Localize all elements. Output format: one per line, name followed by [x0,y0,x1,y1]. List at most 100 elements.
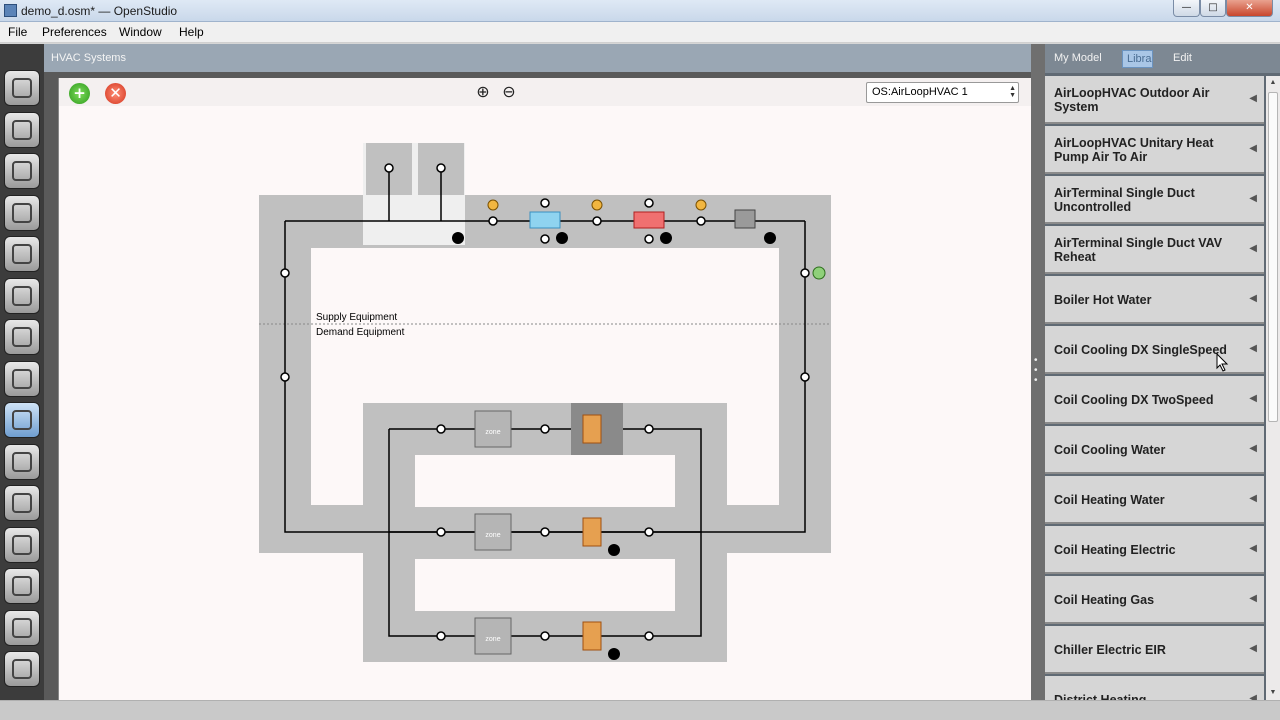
loop-select-value: OS:AirLoopHVAC 1 [872,86,968,98]
demand-gap-2 [415,559,675,611]
expand-arrow-icon[interactable]: ◀ [1249,393,1257,404]
thermal-zones-icon[interactable] [4,360,40,397]
library-item[interactable]: Coil Cooling Water ◀ [1045,426,1264,474]
maximize-button[interactable]: □ [1200,0,1226,17]
scroll-down-icon[interactable]: ▼ [1266,686,1280,700]
remove-loop-button[interactable]: ✕ [105,83,126,104]
add-loop-button[interactable]: + [69,83,90,104]
demand-equipment-label: Demand Equipment [316,327,405,338]
run-icon-glyph [12,617,32,638]
library-item[interactable]: AirLoopHVAC Outdoor Air System ◀ [1045,76,1264,124]
right-panel: My Model Library Edit AirLoopHVAC Outdoo… [1045,44,1280,700]
measures-icon[interactable] [4,485,40,521]
heating-coil-icon [633,211,665,229]
constructions-icon-glyph [12,161,32,181]
menu-preferences[interactable]: Preferences [42,25,107,39]
zoom-out-icon[interactable]: ⊖ [499,83,519,103]
library-item[interactable]: AirLoopHVAC Unitary Heat Pump Air To Air… [1045,126,1264,174]
expand-arrow-icon[interactable]: ◀ [1249,543,1257,554]
library-item[interactable]: District Heating ◀ [1045,676,1264,700]
app-icon [4,4,17,17]
expand-arrow-icon[interactable]: ◀ [1249,593,1257,604]
hvac-systems-icon[interactable] [4,402,40,438]
run-icon[interactable] [4,609,40,646]
library-item[interactable]: AirTerminal Single Duct Uncontrolled ◀ [1045,176,1264,224]
air-loop-diagram: Supply Equipment Demand Equipment zone z… [259,143,831,662]
expand-arrow-icon[interactable]: ◀ [1249,643,1257,654]
library-item-label: Chiller Electric EIR [1054,643,1166,657]
results-icon-glyph [12,659,32,679]
results-icon[interactable] [4,651,40,687]
expand-arrow-icon[interactable]: ◀ [1249,93,1257,104]
loads-icon[interactable] [4,194,40,231]
library-item-label: Coil Heating Electric [1054,543,1176,557]
tab-library[interactable]: Library [1122,50,1153,68]
facility-icon[interactable] [4,319,40,355]
spinner-icon[interactable]: ▲ ▼ [1009,85,1016,99]
minimize-button[interactable]: — [1173,0,1200,17]
library-item[interactable]: Coil Heating Gas ◀ [1045,576,1264,624]
library-item[interactable]: Coil Cooling DX SingleSpeed ◀ [1045,326,1264,374]
menu-help[interactable]: Help [179,25,204,39]
scroll-thumb[interactable] [1268,92,1278,422]
building-summary-icon[interactable] [4,443,40,480]
loop-bottom-right [727,505,831,553]
menu-bar: File Preferences Window Help [0,22,1280,43]
library-item-label: Coil Cooling DX SingleSpeed [1054,343,1227,357]
loop-setpoint-icon [812,266,826,280]
close-button[interactable]: ✕ [1226,0,1273,17]
scroll-up-icon[interactable]: ▲ [1266,76,1280,90]
expand-arrow-icon[interactable]: ◀ [1249,343,1257,354]
simulation-settings-icon[interactable] [4,526,40,563]
splitter-handle[interactable]: • • • [1034,356,1042,386]
view-header: HVAC Systems [44,44,1031,72]
zoom-in-icon[interactable]: ⊕ [473,83,493,103]
zone-label: zone [485,636,500,643]
main-nav-toolbar [0,44,44,700]
space-types-icon[interactable] [4,236,40,272]
expand-arrow-icon[interactable]: ◀ [1249,193,1257,204]
site-icon[interactable] [4,70,40,106]
loop-select[interactable]: OS:AirLoopHVAC 1 ▲ ▼ [866,82,1019,103]
expand-arrow-icon[interactable]: ◀ [1249,143,1257,154]
building-stories-icon-glyph [12,285,32,306]
cooling-coil-icon [529,211,561,229]
building-summary-icon-glyph [12,451,32,472]
expand-arrow-icon[interactable]: ◀ [1249,693,1257,700]
library-item[interactable]: Coil Cooling DX TwoSpeed ◀ [1045,376,1264,424]
library-item-label: Coil Cooling DX TwoSpeed [1054,393,1214,407]
site-icon-glyph [12,78,32,98]
tab-my-model[interactable]: My Model [1050,50,1106,68]
view-title: HVAC Systems [51,52,126,64]
library-item-label: District Heating [1054,693,1147,700]
expand-arrow-icon[interactable]: ◀ [1249,443,1257,454]
expand-arrow-icon[interactable]: ◀ [1249,493,1257,504]
library-scrollbar[interactable]: ▲ ▼ [1266,76,1280,700]
title-bar: demo_d.osm* — OpenStudio — □ ✕ [0,0,1280,22]
facility-icon-glyph [12,327,32,347]
library-item[interactable]: Coil Heating Electric ◀ [1045,526,1264,574]
zone-label: zone [485,532,500,539]
library-item[interactable]: Chiller Electric EIR ◀ [1045,626,1264,674]
right-panel-tabs: My Model Library Edit [1045,44,1280,73]
library-item-label: Coil Heating Water [1054,493,1165,507]
library-item-label: Coil Cooling Water [1054,443,1166,457]
library-item-label: AirLoopHVAC Unitary Heat Pump Air To Air [1054,136,1214,164]
expand-arrow-icon[interactable]: ◀ [1249,293,1257,304]
mouse-cursor-icon [1216,353,1229,372]
library-item[interactable]: Boiler Hot Water ◀ [1045,276,1264,324]
library-item-label: AirTerminal Single Duct VAV Reheat [1054,236,1223,264]
menu-window[interactable]: Window [119,25,162,39]
menu-file[interactable]: File [8,25,27,39]
scripts-icon[interactable] [4,568,40,604]
building-stories-icon[interactable] [4,277,40,314]
panel-splitter[interactable]: • • • [1031,44,1045,700]
loads-icon-glyph [12,202,32,223]
schedules-icon[interactable] [4,111,40,148]
expand-arrow-icon[interactable]: ◀ [1249,243,1257,254]
library-item[interactable]: Coil Heating Water ◀ [1045,476,1264,524]
constructions-icon[interactable] [4,153,40,189]
tab-edit[interactable]: Edit [1169,50,1196,68]
library-item[interactable]: AirTerminal Single Duct VAV Reheat ◀ [1045,226,1264,274]
demand-gap-1 [415,455,675,507]
